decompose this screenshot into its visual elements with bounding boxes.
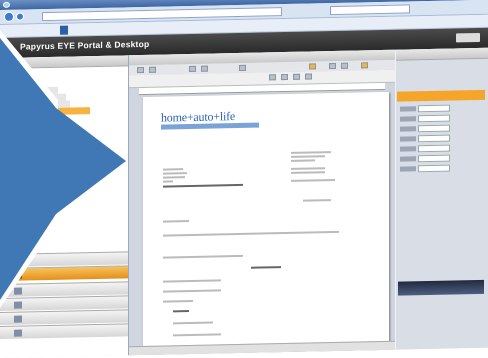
text-line (163, 230, 339, 237)
text-line (303, 199, 331, 202)
text-line-bold (251, 266, 281, 269)
toolbar-button[interactable] (149, 66, 156, 73)
text-line (291, 155, 325, 158)
text-line (291, 159, 315, 162)
toolbar-button[interactable] (341, 62, 348, 69)
property-input[interactable] (418, 104, 450, 113)
toolbar-button[interactable] (137, 66, 144, 74)
document-tagline (161, 122, 259, 130)
text-line (163, 289, 221, 293)
text-line (163, 279, 221, 283)
blue-arrow-tip (56, 108, 126, 214)
toolbar-button[interactable] (281, 73, 288, 81)
page-thumbnail[interactable] (398, 279, 484, 296)
toolbar-button[interactable] (305, 73, 312, 80)
text-line (163, 254, 243, 259)
text-line (163, 299, 193, 303)
text-line-bold (163, 183, 243, 188)
text-line (163, 168, 183, 171)
property-label (400, 166, 416, 172)
toolbar-button[interactable] (269, 74, 276, 81)
property-field[interactable] (400, 114, 484, 123)
property-field[interactable] (400, 144, 484, 153)
document-viewer: home+auto+life (129, 49, 395, 356)
property-field[interactable] (400, 124, 484, 133)
text-line (173, 321, 213, 325)
property-label (400, 136, 416, 142)
search-input[interactable] (330, 4, 410, 16)
document-page: home+auto+life (143, 91, 389, 356)
toolbar-button-active[interactable] (361, 62, 368, 69)
text-line (163, 172, 187, 175)
property-input[interactable] (418, 124, 450, 133)
text-line (291, 167, 325, 170)
text-line (291, 151, 331, 154)
property-label (400, 126, 416, 132)
text-line (163, 220, 189, 223)
text-line-bold (173, 310, 189, 313)
properties-title-bar (397, 89, 485, 102)
properties-header (396, 47, 488, 61)
property-input[interactable] (418, 134, 450, 143)
decorative-arrow-shape (0, 0, 126, 358)
text-line (173, 333, 221, 337)
property-input[interactable] (418, 154, 450, 163)
property-input[interactable] (418, 144, 450, 153)
property-field[interactable] (400, 134, 484, 143)
logout-button[interactable] (456, 32, 480, 43)
property-label (400, 116, 416, 122)
toolbar-button[interactable] (189, 65, 196, 73)
property-field[interactable] (400, 164, 484, 173)
property-field[interactable] (400, 154, 484, 163)
toolbar-button[interactable] (201, 65, 208, 72)
toolbar-button[interactable] (293, 73, 300, 80)
toolbar-button[interactable] (329, 62, 336, 70)
text-line (163, 176, 185, 179)
toolbar-button[interactable] (239, 64, 246, 71)
text-line (291, 178, 335, 182)
toolbar-button-active[interactable] (309, 63, 316, 70)
text-line (163, 180, 173, 183)
property-label (400, 106, 416, 112)
property-label (400, 156, 416, 162)
text-line (291, 171, 325, 174)
property-input[interactable] (418, 114, 450, 123)
property-field[interactable] (400, 104, 484, 113)
property-input[interactable] (418, 164, 450, 173)
properties-panel (396, 47, 488, 350)
property-label (400, 146, 416, 152)
